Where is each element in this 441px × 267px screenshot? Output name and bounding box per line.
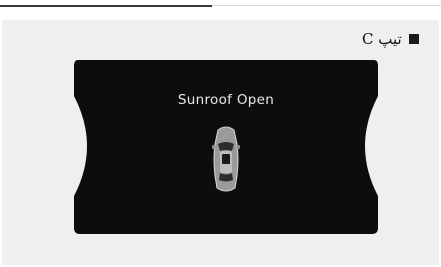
section-label: تیپ C [362,30,402,48]
cluster-display: Sunroof Open [72,56,380,236]
section-heading: تیپ C [362,30,419,48]
car-top-view-sunroof-icon [210,124,242,194]
display-message: Sunroof Open [177,92,275,108]
top-rule-accent [0,5,212,7]
bullet-square-icon [408,34,419,44]
